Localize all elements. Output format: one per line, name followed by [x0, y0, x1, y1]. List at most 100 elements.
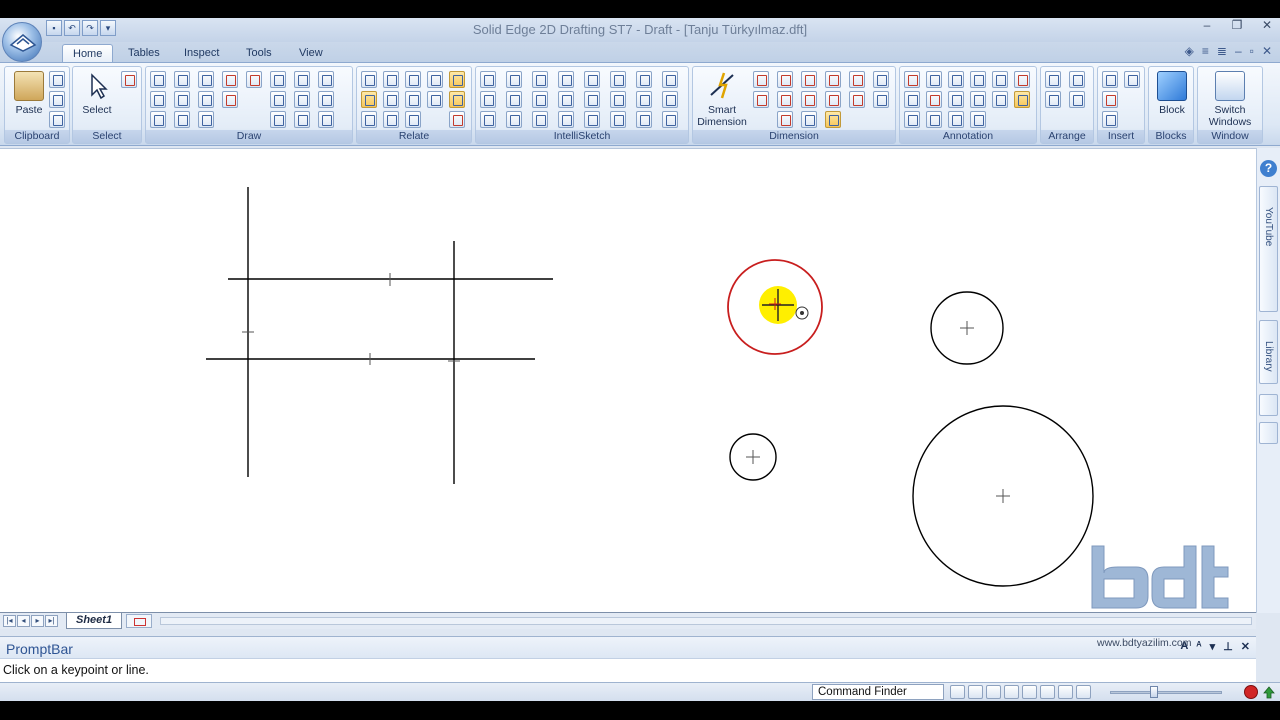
text-icon[interactable] [1102, 71, 1118, 88]
snap-vertical-icon[interactable] [662, 71, 678, 88]
distance-between-icon[interactable] [753, 71, 769, 88]
zoom-icon[interactable] [986, 685, 1001, 699]
side-tab-youtube[interactable]: YouTube [1259, 186, 1278, 312]
snap-endpoint-check[interactable] [480, 71, 496, 88]
snap-midpoint-check[interactable] [480, 91, 496, 108]
snap-intersection-icon[interactable] [558, 91, 574, 108]
snap-perp-check[interactable] [636, 91, 652, 108]
record-icon[interactable] [1244, 685, 1258, 699]
tab-tools[interactable]: Tools [236, 44, 282, 63]
maintain-relationships-icon[interactable] [449, 91, 465, 108]
pin-icon[interactable]: ⊥ [1223, 640, 1233, 653]
snap-perp-icon[interactable] [662, 91, 678, 108]
select-tools-icon[interactable] [121, 71, 137, 88]
restore-icon[interactable]: ❐ [1230, 18, 1244, 34]
leader-icon[interactable] [904, 71, 920, 88]
angle-between-icon[interactable] [777, 71, 793, 88]
center-mark-icon[interactable] [992, 71, 1008, 88]
help-icon[interactable]: ? [1260, 160, 1277, 177]
snap-center-check[interactable] [532, 71, 548, 88]
datum-frame-icon[interactable] [970, 71, 986, 88]
block-button[interactable]: Block [1150, 71, 1194, 131]
format-painter-icon[interactable] [49, 111, 65, 128]
check-annotation-icon[interactable] [904, 111, 920, 128]
trim-icon[interactable] [222, 71, 238, 88]
feature-control-icon[interactable] [948, 71, 964, 88]
drawing-canvas[interactable] [0, 148, 1256, 612]
upload-icon[interactable] [1262, 685, 1276, 699]
arc2-icon[interactable] [174, 91, 190, 108]
frame-annotation-icon[interactable] [926, 111, 942, 128]
circle-icon[interactable] [150, 111, 166, 128]
web-icon[interactable] [1124, 71, 1140, 88]
edge-condition-icon[interactable] [904, 91, 920, 108]
snap-endpoint-icon[interactable] [506, 71, 522, 88]
xy-icon[interactable] [294, 111, 310, 128]
command-finder-input[interactable]: Command Finder [812, 684, 944, 700]
close-icon[interactable]: ✕ [1260, 18, 1274, 34]
font-size-small-icon[interactable]: ᴬ [1196, 640, 1201, 653]
dim-properties-icon[interactable] [873, 91, 889, 108]
send-backward-icon[interactable] [1069, 91, 1085, 108]
zoom-out-icon[interactable] [1058, 685, 1073, 699]
prompt-close-icon[interactable]: ✕ [1241, 640, 1250, 653]
centerline-icon[interactable] [1014, 91, 1030, 108]
doc-restore-icon[interactable]: ▫ [1250, 44, 1254, 58]
snap-tangent-check[interactable] [584, 91, 600, 108]
select-view-icon[interactable] [950, 685, 965, 699]
select-button[interactable]: Select [75, 71, 119, 131]
extend-icon[interactable] [318, 91, 334, 108]
tab-view[interactable]: View [289, 44, 333, 63]
equal-icon[interactable] [383, 91, 399, 108]
connect-icon[interactable] [361, 71, 377, 88]
callout-icon[interactable] [926, 71, 942, 88]
split-icon[interactable] [318, 71, 334, 88]
background-sheet-icon[interactable] [126, 614, 152, 628]
curve-icon[interactable] [198, 71, 214, 88]
symmetric-diameter-icon[interactable] [849, 71, 865, 88]
options-icon[interactable]: ◈ [1185, 44, 1194, 58]
dimension-axis-icon[interactable] [873, 71, 889, 88]
snap-quad-check[interactable] [584, 111, 600, 128]
snap-intersection-check[interactable] [532, 91, 548, 108]
hatch-pattern-icon[interactable] [270, 91, 286, 108]
break-line-icon[interactable] [948, 111, 964, 128]
snap-vertical-check[interactable] [636, 71, 652, 88]
arc-icon[interactable] [174, 71, 190, 88]
relationship-handles-icon[interactable] [449, 71, 465, 88]
bring-forward-icon[interactable] [1045, 91, 1061, 108]
snap-midpoint-icon[interactable] [506, 91, 522, 108]
chamfer-annotation-icon[interactable] [970, 111, 986, 128]
last-sheet-icon[interactable]: ▸| [45, 615, 58, 627]
symmetric-icon[interactable] [383, 111, 399, 128]
side-tab-layers-icon[interactable] [1259, 394, 1278, 416]
tangent-icon[interactable] [361, 111, 377, 128]
snap-tangent-icon[interactable] [610, 91, 626, 108]
zoom-slider-track[interactable] [1110, 691, 1222, 694]
tab-tables[interactable]: Tables [118, 44, 170, 63]
circle-arc-icon[interactable] [198, 91, 214, 108]
balloon-icon[interactable] [1014, 71, 1030, 88]
zoom-area-icon[interactable] [968, 685, 983, 699]
doc-minimize-icon[interactable]: – [1235, 44, 1242, 58]
region-icon[interactable] [294, 91, 310, 108]
angular-coord-icon[interactable] [825, 71, 841, 88]
horizontal-vertical-icon[interactable] [361, 91, 377, 108]
point-icon[interactable] [198, 111, 214, 128]
dropdown-icon[interactable]: ▾ [1210, 640, 1216, 653]
snap-onelement-icon[interactable] [506, 111, 522, 128]
side-tab-properties-icon[interactable] [1259, 422, 1278, 444]
list2-icon[interactable]: ≣ [1217, 44, 1227, 58]
fit-icon[interactable] [1022, 685, 1037, 699]
snap-silhouette-icon[interactable] [558, 111, 574, 128]
snap-point-icon[interactable] [610, 71, 626, 88]
send-back-icon[interactable] [1069, 71, 1085, 88]
snap-silhouette-check[interactable] [532, 111, 548, 128]
paste-button[interactable]: Paste [7, 71, 51, 131]
drawing-sheet[interactable] [0, 149, 1256, 613]
side-tab-library[interactable]: Library [1259, 320, 1278, 384]
copy-icon[interactable] [49, 91, 65, 108]
tab-inspect[interactable]: Inspect [174, 44, 229, 63]
chamfer-dim-icon[interactable] [753, 91, 769, 108]
datum-target-icon[interactable] [970, 91, 986, 108]
